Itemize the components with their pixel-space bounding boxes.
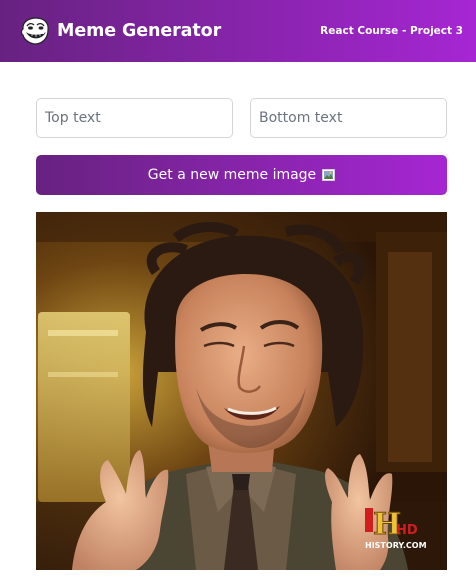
picture-frame-icon	[322, 169, 336, 181]
watermark-badge: HD	[396, 523, 418, 538]
watermark-site: HISTORY.COM	[365, 541, 427, 550]
top-text-input[interactable]	[36, 98, 233, 138]
troll-face-icon	[20, 17, 50, 45]
bottom-text-input[interactable]	[250, 98, 447, 138]
new-meme-button[interactable]: Get a new meme image	[36, 155, 447, 195]
course-subtitle: React Course - Project 3	[320, 25, 463, 37]
app-header: Meme Generator React Course - Project 3	[0, 0, 476, 62]
meme-form: Get a new meme image	[36, 98, 447, 195]
meme-image: H HD HISTORY.COM	[36, 212, 447, 570]
new-meme-button-label: Get a new meme image	[147, 167, 317, 183]
app-title: Meme Generator	[57, 21, 222, 41]
text-inputs	[36, 98, 447, 138]
